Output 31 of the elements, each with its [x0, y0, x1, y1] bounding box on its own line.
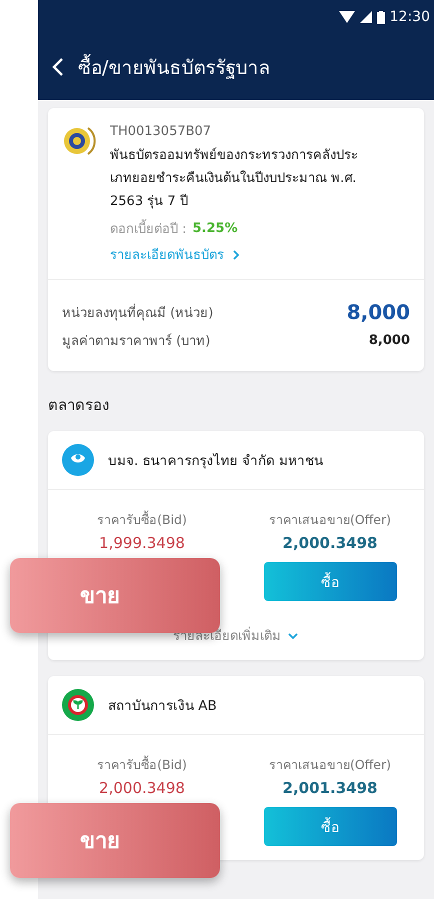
dealer-name: สถาบันการเงิน AB: [108, 697, 217, 716]
buy-button[interactable]: ซื้อ: [264, 562, 396, 601]
offer-label: ราคาเสนอขาย(Offer): [268, 756, 392, 774]
bank-logo-icon: [62, 444, 94, 476]
bond-name: พันธบัตรออมทรัพย์ของกระทรวงการคลังประเภทยอยชำระคืนเงินต้นในปีงบประมาณ พ.ศ. 2563 รุ่น 7 ปี: [110, 146, 359, 211]
back-icon[interactable]: [52, 57, 64, 77]
holding-value: 8,000: [346, 300, 410, 324]
battery-icon: [376, 10, 385, 24]
sell-button[interactable]: ขาย: [10, 803, 220, 878]
bid-price: 1,999.3498: [99, 534, 185, 552]
bid-label: ราคารับซื้อ(Bid): [97, 510, 187, 529]
holding-label: หน่วยลงทุนที่คุณมี (หน่วย): [62, 302, 214, 322]
offer-label: ราคาเสนอขาย(Offer): [268, 511, 392, 529]
interest-rate: 5.25%: [192, 221, 238, 236]
bid-label: ราคารับซื้อ(Bid): [97, 755, 187, 774]
bond-code: TH0013057B07: [110, 124, 212, 139]
bank-logo-icon: [62, 689, 94, 721]
signal-icon: [360, 11, 372, 23]
page-title: ซื้อ/ขายพันธบัตรรัฐบาล: [78, 52, 270, 82]
interest-label: ดอกเบี้ยต่อปี :: [110, 218, 187, 239]
buy-button[interactable]: ซื้อ: [264, 807, 396, 846]
wifi-icon: [338, 11, 355, 23]
offer-price: 2,000.3498: [282, 534, 378, 552]
holding-value: 8,000: [368, 333, 410, 348]
dealer-name: บมจ. ธนาคารกรุงไทย จำกัด มหาชน: [108, 452, 324, 471]
holding-label: มูลค่าตามราคาพาร์ (บาท): [62, 332, 210, 351]
bid-price: 2,000.3498: [99, 779, 185, 797]
status-time: 12:30: [390, 9, 430, 25]
offer-price: 2,001.3498: [282, 779, 378, 797]
section-title: ตลาดรอง: [48, 395, 110, 416]
bond-details-link[interactable]: รายละเอียดพันธบัตร: [110, 244, 372, 265]
